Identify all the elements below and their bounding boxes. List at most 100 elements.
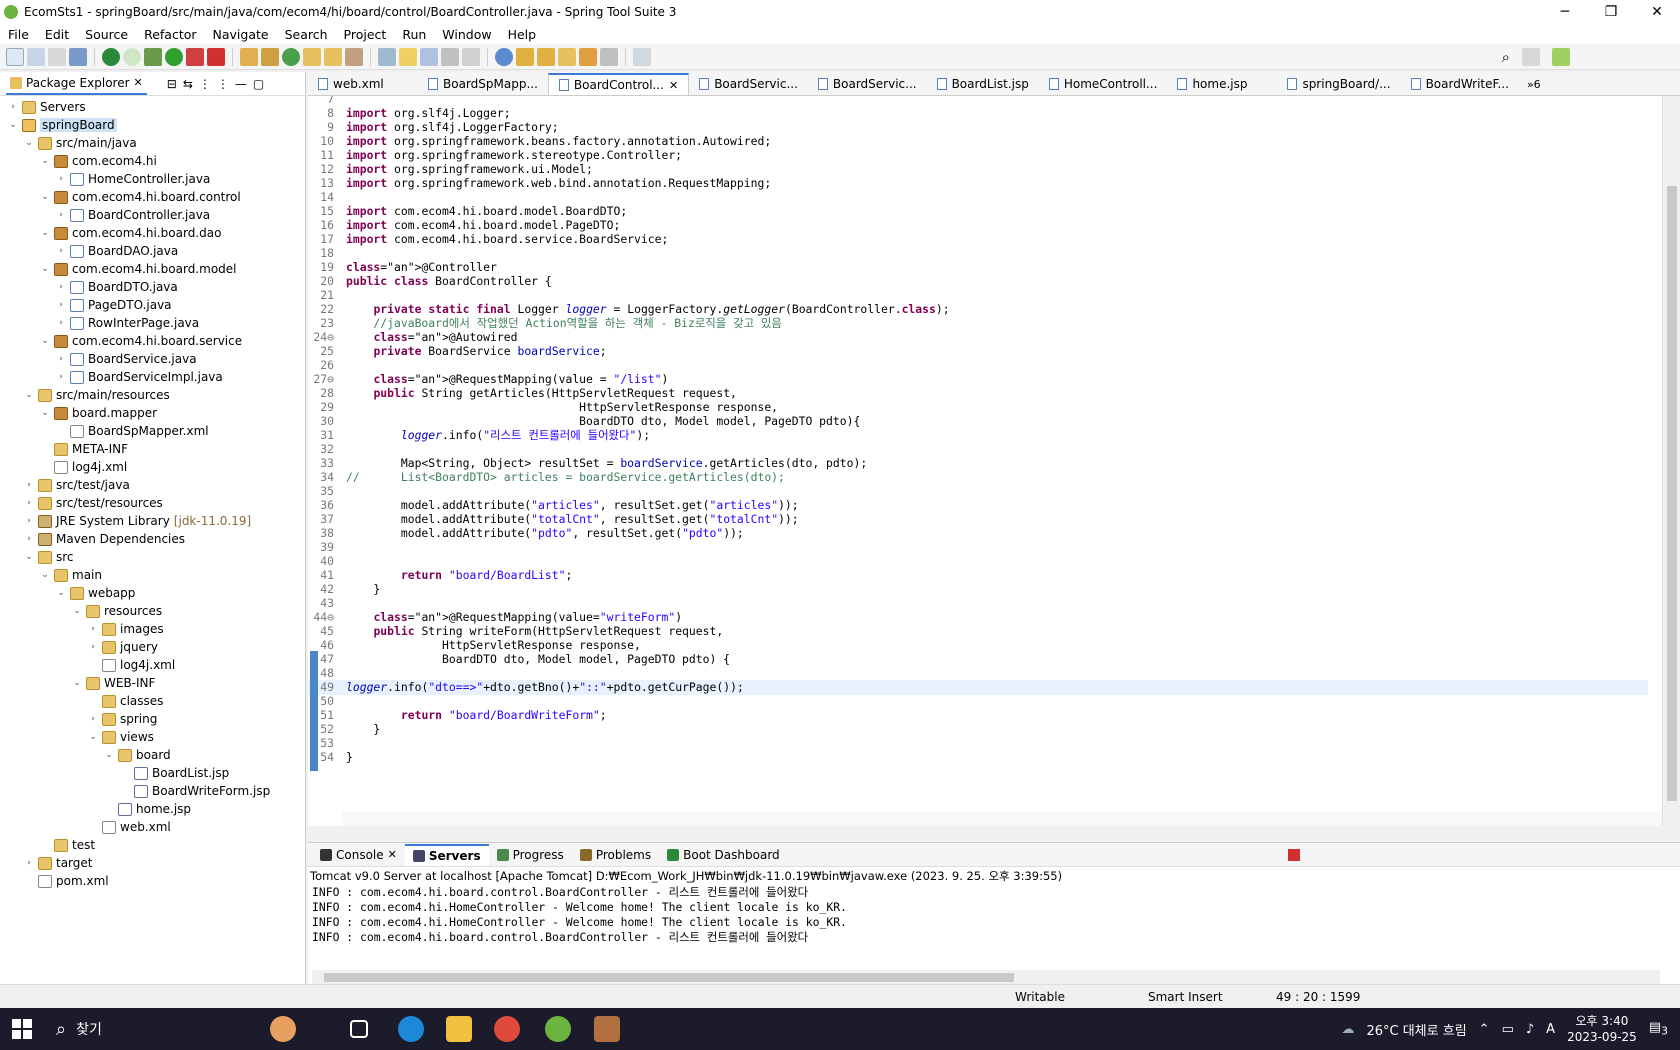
tree-item[interactable]: home.jsp [0,800,305,818]
new-icon[interactable] [6,47,24,66]
spring-boot-icon[interactable] [102,47,120,66]
console-tab[interactable]: Problems [572,844,659,866]
open-folder-icon[interactable] [303,47,321,66]
code-line[interactable]: 21 [308,288,1648,303]
tree-item[interactable]: BoardList.jsp [0,764,305,782]
tree-item[interactable]: META-INF [0,440,305,458]
chevron-right-icon[interactable]: › [22,498,36,508]
run-icon[interactable] [165,47,183,66]
tree-item[interactable]: ⌄ webapp [0,584,305,602]
code-line[interactable]: 35 [308,484,1648,499]
chevron-up-icon[interactable]: ⌃ [1479,1022,1490,1037]
tree-item[interactable]: › spring [0,710,305,728]
back-icon[interactable] [579,47,597,66]
menu-file[interactable]: File [0,27,37,42]
save-icon[interactable] [27,47,45,66]
chrome-icon[interactable] [494,1016,520,1042]
editor-tab[interactable]: BoardControl... ✕ [547,73,690,95]
editor-tab[interactable]: BoardServic... [689,73,808,95]
code-line[interactable]: 49 logger.info("dto==>"+dto.getBno()+"::"… [308,680,1648,695]
pin-editor-icon[interactable] [633,47,651,66]
tree-item[interactable]: ⌄ com.ecom4.hi.board.control [0,188,305,206]
chevron-right-icon[interactable]: › [54,318,68,328]
tree-item[interactable]: › JRE System Library [jdk-11.0.19] [0,512,305,530]
tree-item[interactable]: web.xml [0,818,305,836]
tree-item[interactable]: BoardWriteForm.jsp [0,782,305,800]
tree-item[interactable]: › RowInterPage.java [0,314,305,332]
chevron-right-icon[interactable]: › [22,534,36,544]
code-line[interactable]: 38 model.addAttribute("pdto", resultSet.… [308,526,1648,541]
menu-source[interactable]: Source [77,27,136,42]
chevron-right-icon[interactable]: › [54,372,68,382]
code-line[interactable]: 25 private BoardService boardService; [308,344,1648,359]
chevron-down-icon[interactable]: ⌄ [38,228,52,238]
next-annotation-icon[interactable] [516,47,534,66]
editor-tab[interactable]: springBoard/... [1277,73,1400,95]
code-line[interactable]: 53 [308,736,1648,751]
debug-icon[interactable] [144,47,162,66]
code-line[interactable]: 46 HttpServletResponse response, [308,638,1648,653]
globe-icon[interactable] [495,47,513,66]
chevron-right-icon[interactable]: › [6,102,20,112]
tree-item[interactable]: log4j.xml [0,656,305,674]
editor-horizontal-scrollbar[interactable] [342,812,1662,826]
chevron-right-icon[interactable]: › [54,300,68,310]
tree-item[interactable]: ⌄ src/main/java [0,134,305,152]
app-taskbar-icon[interactable] [594,1016,620,1042]
code-line[interactable]: 22 private static final Logger logger = … [308,302,1648,317]
chevron-down-icon[interactable]: ⌄ [38,192,52,202]
tree-item[interactable]: test [0,836,305,854]
tree-item[interactable]: ⌄ com.ecom4.hi.board.service [0,332,305,350]
close-button[interactable]: ✕ [1634,0,1680,24]
code-line[interactable]: 26 [308,358,1648,373]
tree-item[interactable]: ⌄ board [0,746,305,764]
console-tab[interactable]: Boot Dashboard [659,844,788,866]
chevron-down-icon[interactable]: ⌄ [70,606,84,616]
code-line[interactable]: 41 return "board/BoardList"; [308,568,1648,583]
chevron-down-icon[interactable]: ⌄ [6,120,20,130]
tree-item[interactable]: ⌄ resources [0,602,305,620]
menu-run[interactable]: Run [394,27,434,42]
new-java-project-icon[interactable] [240,47,258,66]
code-line[interactable]: 34 // List<BoardDTO> articles = boardServ… [308,470,1648,485]
tree-item[interactable]: ⌄ springBoard [0,116,305,134]
code-line[interactable]: 30 BoardDTO dto, Model model, PageDTO pd… [308,414,1648,429]
tree-item[interactable]: ⌄ com.ecom4.hi.board.dao [0,224,305,242]
file-explorer-icon[interactable] [446,1016,472,1042]
code-line[interactable]: 8 import org.slf4j.Logger; [308,106,1648,121]
tree-item[interactable]: › images [0,620,305,638]
code-line[interactable]: 50 [308,694,1648,709]
code-line[interactable]: 23 //javaBoard에서 작업했던 Action역할을 하는 객체 - … [308,316,1648,331]
last-edit-icon[interactable] [558,47,576,66]
ime-indicator[interactable]: A [1546,1022,1555,1037]
maximize-view-icon[interactable]: ▢ [253,77,264,91]
minimize-view-icon[interactable]: — [235,77,247,91]
code-line[interactable]: 31 logger.info("리스트 컨트롤러에 들어왔다"); [308,428,1648,443]
previous-annotation-icon[interactable] [537,47,555,66]
tree-item[interactable]: › BoardServiceImpl.java [0,368,305,386]
menu-navigate[interactable]: Navigate [205,27,277,42]
chevron-right-icon[interactable]: › [86,642,100,652]
task-view-icon[interactable] [350,1020,368,1038]
chevron-down-icon[interactable]: ⌄ [70,678,84,688]
code-line[interactable]: 51 return "board/BoardWriteForm"; [308,708,1648,723]
tree-item[interactable]: ⌄ main [0,566,305,584]
tree-item[interactable]: › PageDTO.java [0,296,305,314]
menu-refactor[interactable]: Refactor [136,27,204,42]
block-selection-icon[interactable] [420,47,438,66]
code-editor[interactable]: 7 8 import org.slf4j.Logger; 9 import org.sl… [308,96,1680,826]
console-tab[interactable]: Servers [404,843,489,866]
show-whitespace-icon[interactable] [441,47,459,66]
tree-item[interactable]: log4j.xml [0,458,305,476]
chevron-down-icon[interactable]: ⌄ [54,588,68,598]
package-explorer-tab[interactable]: Package Explorer ✕ [6,73,147,95]
pilcrow-icon[interactable] [462,47,480,66]
tree-item[interactable]: ⌄ WEB-INF [0,674,305,692]
open-perspective-icon[interactable] [1522,48,1540,66]
tree-item[interactable]: › target [0,854,305,872]
terminate-icon[interactable] [1288,848,1300,861]
editor-vertical-scrollbar[interactable] [1662,96,1680,826]
close-icon[interactable]: ✕ [669,79,678,92]
close-icon[interactable]: ✕ [134,76,143,89]
tree-item[interactable]: › src/test/java [0,476,305,494]
